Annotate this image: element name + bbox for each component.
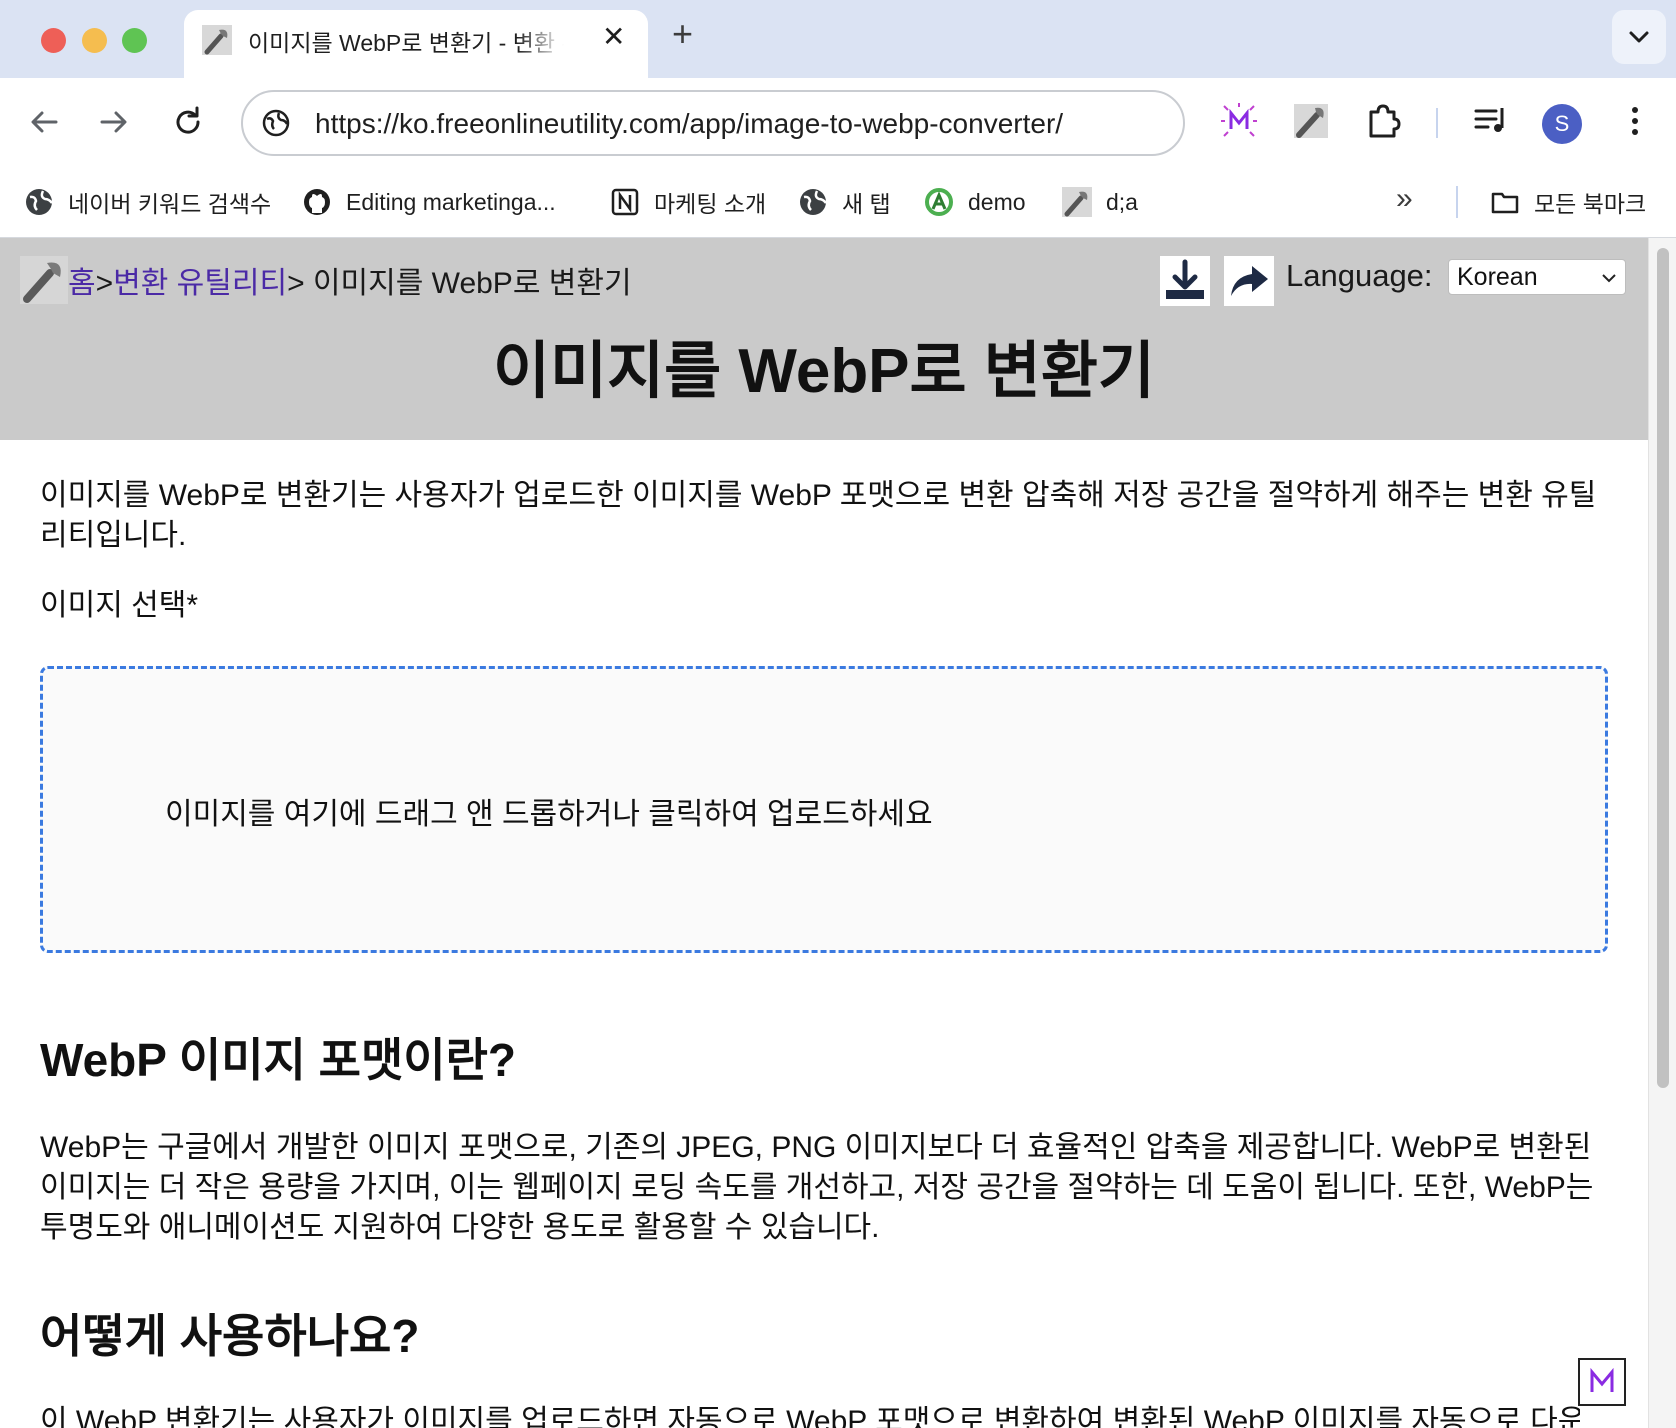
- section-heading-webp: WebP 이미지 포맷이란?: [40, 1034, 517, 1086]
- demo-icon: [925, 188, 953, 216]
- folder-icon: [1491, 192, 1519, 214]
- extension-m-icon[interactable]: [1218, 100, 1260, 142]
- profile-avatar[interactable]: S: [1542, 104, 1582, 144]
- active-tab[interactable]: 이미지를 WebP로 변환기 - 변환 유틸리티 ✕: [184, 10, 648, 78]
- breadcrumb-current: > 이미지를 WebP로 변환기: [287, 267, 632, 300]
- download-icon: [1166, 259, 1204, 299]
- scrollbar-thumb[interactable]: [1657, 248, 1669, 1088]
- language-select[interactable]: Korean: [1448, 259, 1626, 295]
- section-body-webp: WebP는 구글에서 개발한 이미지 포맷으로, 기존의 JPEG, PNG 이…: [40, 1131, 1594, 1244]
- page-scrollbar[interactable]: [1648, 238, 1676, 1428]
- browser-toolbar: https://ko.freeonlineutility.com/app/ima…: [0, 78, 1676, 168]
- back-arrow-icon[interactable]: [24, 102, 64, 142]
- bookmark-label: Editing marketinga...: [346, 188, 556, 215]
- address-url[interactable]: https://ko.freeonlineutility.com/app/ima…: [315, 108, 1063, 140]
- floating-extension-badge[interactable]: [1578, 1358, 1626, 1406]
- site-info-icon[interactable]: [261, 108, 291, 138]
- language-selected: Korean: [1457, 263, 1538, 291]
- breadcrumb-home-link[interactable]: 홈: [68, 267, 96, 300]
- new-tab-button[interactable]: +: [672, 14, 693, 54]
- intro-text: 이미지를 WebP로 변환기는 사용자가 업로드한 이미지를 WebP 포맷으로…: [40, 479, 1597, 552]
- page-title: 이미지를 WebP로 변환기: [493, 337, 1155, 406]
- bookmark-item[interactable]: 마케팅 소개: [610, 184, 766, 220]
- page-viewport: 홈>변환 유틸리티> 이미지를 WebP로 변환기 Language: Kore…: [0, 238, 1676, 1428]
- notion-icon: [611, 188, 639, 216]
- image-dropzone[interactable]: 이미지를 여기에 드래그 앤 드롭하거나 클릭하여 업로드하세요: [40, 666, 1608, 953]
- bookmark-item[interactable]: 새 탭: [798, 184, 891, 220]
- page-header: 홈>변환 유틸리티> 이미지를 WebP로 변환기 Language: Kore…: [0, 238, 1648, 440]
- wrench-icon: [202, 25, 232, 55]
- tab-search-button[interactable]: [1612, 10, 1666, 64]
- close-window-button[interactable]: [41, 28, 66, 53]
- more-menu-icon[interactable]: [1614, 100, 1656, 142]
- bookmark-item[interactable]: d;a: [1062, 184, 1138, 220]
- extension-m-icon: [1590, 1367, 1614, 1392]
- bookmark-label: 네이버 키워드 검색수: [68, 191, 272, 217]
- section-body-howto: 이 WebP 변환기는 사용자가 이미지를 업로드하면 자동으로 WebP 포맷…: [40, 1405, 1580, 1428]
- bookmark-item[interactable]: 네이버 키워드 검색수: [24, 184, 271, 220]
- wrench-icon: [1062, 187, 1092, 217]
- language-label: Language:: [1286, 258, 1433, 293]
- globe-icon: [26, 189, 53, 215]
- dropzone-instruction: 이미지를 여기에 드래그 앤 드롭하거나 클릭하여 업로드하세요: [165, 798, 933, 831]
- bookmark-label: 새 탭: [842, 191, 891, 217]
- site-logo-wrench-icon[interactable]: [20, 256, 68, 304]
- bookmark-label: demo: [968, 188, 1026, 215]
- more-bookmarks-icon[interactable]: »: [1396, 182, 1413, 216]
- globe-icon: [800, 189, 827, 215]
- bookmarks-bar: 네이버 키워드 검색수 Editing marketinga... 마케팅 소개…: [0, 168, 1676, 238]
- maximize-window-button[interactable]: [122, 28, 147, 53]
- bookmark-item[interactable]: Editing marketinga...: [302, 184, 556, 220]
- bookmark-item[interactable]: demo: [924, 184, 1026, 220]
- tab-title: 이미지를 WebP로 변환기 - 변환 유틸리티: [248, 30, 564, 56]
- toolbar-separator: [1436, 108, 1438, 138]
- share-button[interactable]: [1224, 256, 1274, 306]
- chevron-down-icon: [1629, 31, 1649, 43]
- forward-arrow-icon[interactable]: [94, 102, 134, 142]
- breadcrumb-category-link[interactable]: 변환 유틸리티: [113, 267, 287, 300]
- all-bookmarks-button[interactable]: 모든 북마크: [1490, 184, 1646, 220]
- section-heading-howto: 어떻게 사용하나요?: [40, 1310, 420, 1362]
- address-bar[interactable]: https://ko.freeonlineutility.com/app/ima…: [241, 90, 1185, 156]
- media-controls-icon[interactable]: [1470, 100, 1512, 142]
- all-bookmarks-label: 모든 북마크: [1534, 191, 1647, 217]
- reload-icon[interactable]: [168, 102, 208, 142]
- github-icon: [304, 189, 330, 215]
- close-tab-icon[interactable]: ✕: [602, 22, 625, 52]
- image-select-label: 이미지 선택*: [40, 589, 199, 622]
- bookmarks-separator: [1456, 186, 1458, 218]
- minimize-window-button[interactable]: [82, 28, 107, 53]
- chevron-down-icon: [1602, 274, 1616, 283]
- tab-strip: 이미지를 WebP로 변환기 - 변환 유틸리티 ✕ +: [0, 0, 1676, 78]
- wrench-extension-icon[interactable]: [1290, 100, 1332, 142]
- breadcrumb: 홈>변환 유틸리티> 이미지를 WebP로 변환기: [68, 258, 632, 302]
- download-button[interactable]: [1160, 256, 1210, 306]
- breadcrumb-separator: >: [95, 267, 114, 300]
- share-arrow-icon: [1231, 266, 1268, 296]
- extensions-puzzle-icon[interactable]: [1362, 100, 1404, 142]
- bookmark-label: d;a: [1106, 188, 1138, 215]
- bookmark-label: 마케팅 소개: [654, 191, 767, 217]
